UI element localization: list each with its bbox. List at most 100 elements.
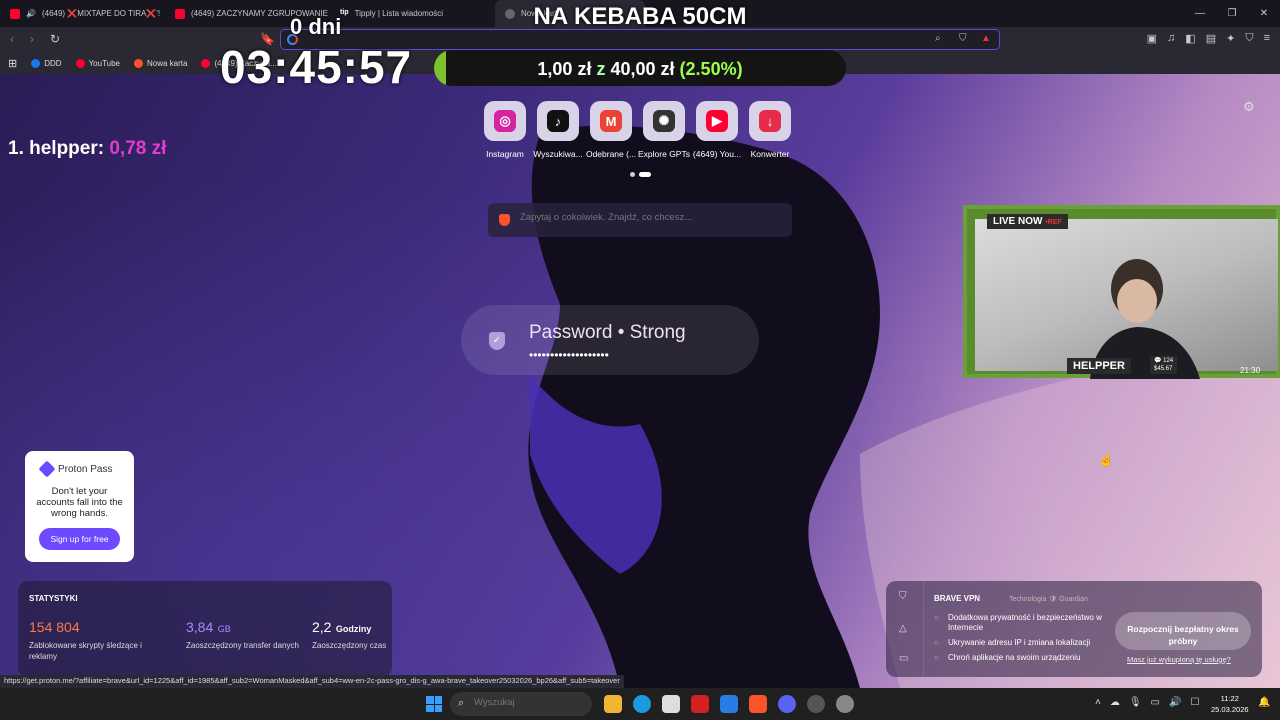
volume-icon[interactable]: 🔊 [1169, 697, 1181, 708]
search-box[interactable] [488, 203, 792, 237]
windows-start-icon[interactable] [426, 696, 442, 712]
stat-trackers: 154 804 Zablokowane skrypty śledzące i r… [29, 619, 149, 662]
taskbar-search[interactable]: ⌕ [450, 692, 592, 716]
proton-signup-button[interactable]: Sign up for free [39, 528, 120, 550]
brave-icon [134, 58, 143, 68]
stat-unit: GB [217, 624, 231, 634]
youtube-icon: ▶ [706, 110, 728, 132]
vpn-title: BRAVE VPN [934, 594, 981, 603]
stat-value: 2,2 [312, 619, 332, 635]
battery-icon[interactable]: ▭ [1151, 697, 1160, 708]
goal-percent: (2.50%) [679, 59, 743, 79]
bookmark-nowa-karta[interactable]: Nowa karta [134, 58, 188, 68]
vpn-feature: Chroń aplikacje na swoim urządzeniu [934, 653, 1104, 663]
shortcut-gmail[interactable]: M Odebrane (... [586, 101, 636, 159]
screenshot-icon[interactable]: ▣ [1147, 32, 1157, 45]
sidebar-icon[interactable]: ◧ [1185, 32, 1195, 45]
reload-icon[interactable]: ↻ [50, 32, 60, 46]
live-label: LIVE NOW [993, 216, 1043, 227]
back-icon[interactable]: ‹ [10, 32, 14, 46]
webcam-feed [975, 219, 1278, 379]
vpn-feature-list: Dodatkowa prywatność i bezpieczeństwo w … [934, 613, 1104, 668]
bookmark-label: Nowa karta [147, 58, 188, 68]
lenovo-icon[interactable] [691, 695, 709, 713]
countdown-days: 0 dni [290, 14, 342, 39]
menu-icon[interactable]: ≡ [1264, 32, 1270, 45]
shortcut-konwerter[interactable]: ↓ Konwerter [749, 101, 791, 159]
shortcut-instagram[interactable]: ◎ Instagram [484, 101, 526, 159]
brave-vpn-card: ⛉ △ ▭ BRAVE VPN Technologia 🛡 Guardian D… [886, 581, 1262, 677]
stat-value: 154 804 [29, 619, 80, 635]
card-switcher: ⛉ △ ▭ [886, 581, 924, 677]
leo-icon[interactable]: ✦ [1226, 32, 1235, 45]
stat-time: 2,2 Godziny Zaoszczędzony czas [312, 619, 432, 651]
openai-icon: ✺ [653, 110, 675, 132]
rewards-icon[interactable]: △ [899, 623, 907, 634]
top-donor: 1. helpper: 0,78 zł [8, 138, 166, 160]
taskbar-search-input[interactable] [474, 697, 584, 708]
page-dot-active[interactable] [639, 172, 651, 177]
shortcut-explore-gpts[interactable]: ✺ Explore GPTs [638, 101, 690, 159]
vpn-icon[interactable]: ⛉ [1245, 32, 1253, 45]
windows-taskbar: ⌕ ˄ ☁ 🎙 ▭ 🔊 ☐ 11:22 25.03.2026 🔔 [0, 688, 1280, 720]
brave-lion-icon [499, 214, 510, 226]
gear-icon[interactable]: ⚙ [1243, 99, 1255, 115]
mic-icon[interactable]: 🎙 [1129, 697, 1142, 708]
vpn-trial-button[interactable]: Rozpocznij bezpłatny okres próbny [1115, 612, 1251, 650]
rewards-icon[interactable]: ▲ [981, 33, 991, 44]
wallet-icon[interactable]: ▤ [1206, 32, 1216, 45]
page-indicator [630, 172, 651, 177]
news-icon[interactable]: ▭ [899, 653, 908, 664]
proton-message: Don't let your accounts fall into the wr… [36, 486, 123, 519]
shortcut-youtube[interactable]: ▶ (4649) You... [693, 101, 741, 159]
cloud-icon[interactable]: ☁ [1110, 697, 1120, 708]
goal-separator: z [596, 59, 606, 79]
network-icon[interactable]: ☐ [1190, 697, 1199, 708]
app-icon[interactable] [720, 695, 738, 713]
page-dot[interactable] [630, 172, 635, 177]
hand-cursor-icon: ☝ [1098, 452, 1115, 467]
brave-shield-icon[interactable]: ⛉ [959, 33, 967, 44]
vpn-shield-icon[interactable]: ⛉ [899, 591, 907, 602]
goal-target: 40,00 zł [610, 59, 675, 79]
bookmark-label: DDD [44, 58, 62, 68]
stat-label: Zaoszczędzony czas [312, 641, 387, 650]
stat-bandwidth: 3,84 GB Zaoszczędzony transfer danych [186, 619, 306, 651]
stats-heading: STATYSTYKI [29, 594, 78, 603]
bookmark-ddd[interactable]: DDD [31, 58, 62, 68]
media-icon[interactable]: ♫ [1167, 32, 1175, 45]
goal-title: NA KEBABA 50CM [533, 3, 747, 30]
taskbar-clock[interactable]: 11:22 25.03.2026 [1211, 693, 1249, 715]
store-icon[interactable] [662, 695, 680, 713]
chat-count: 💬 124 [1154, 358, 1174, 364]
obs-icon[interactable] [807, 695, 825, 713]
shortcut-tiles: ◎ Instagram ♪ Wyszukiwa... M Odebrane (.… [484, 101, 791, 159]
proton-pass-card: Proton Pass Don't let your accounts fall… [25, 451, 134, 562]
bookmark-label: YouTube [88, 58, 120, 68]
countdown-timer: 03:45:57 [220, 41, 413, 93]
brave-icon[interactable] [749, 695, 767, 713]
apps-icon[interactable]: ⊞ [8, 57, 17, 70]
discord-icon[interactable] [778, 695, 796, 713]
chevron-up-icon[interactable]: ˄ [1095, 697, 1101, 708]
shortcut-tiktok[interactable]: ♪ Wyszukiwa... [533, 101, 583, 159]
edge-icon[interactable] [633, 695, 651, 713]
goal-progress-text: 1,00 zł z 40,00 zł (2.50%) [434, 59, 846, 80]
webcam-overlay: LIVE NOW •REF HELPPER 💬 124 $45.67 21:30 [963, 205, 1280, 379]
converter-icon: ↓ [759, 110, 781, 132]
zoom-icon[interactable]: ⌕ [935, 33, 941, 44]
stat-unit: Godziny [335, 624, 372, 634]
search-input[interactable] [520, 212, 780, 223]
vpn-already-purchased-link[interactable]: Masz już wykupioną tę usługę? [1127, 655, 1231, 664]
top-donor-name: 1. helpper: [8, 138, 105, 159]
ref-label: •REF [1045, 219, 1062, 226]
notification-icon[interactable]: 🔔 [1258, 697, 1270, 708]
stream-clock: 21:30 [1240, 366, 1261, 375]
proton-logo-icon [38, 460, 56, 478]
forward-icon[interactable]: › [30, 32, 34, 46]
instagram-icon: ◎ [494, 110, 516, 132]
settings-icon[interactable] [836, 695, 854, 713]
file-explorer-icon[interactable] [604, 695, 622, 713]
stream-stats: 💬 124 $45.67 [1150, 356, 1178, 374]
bookmark-youtube[interactable]: YouTube [75, 58, 120, 68]
